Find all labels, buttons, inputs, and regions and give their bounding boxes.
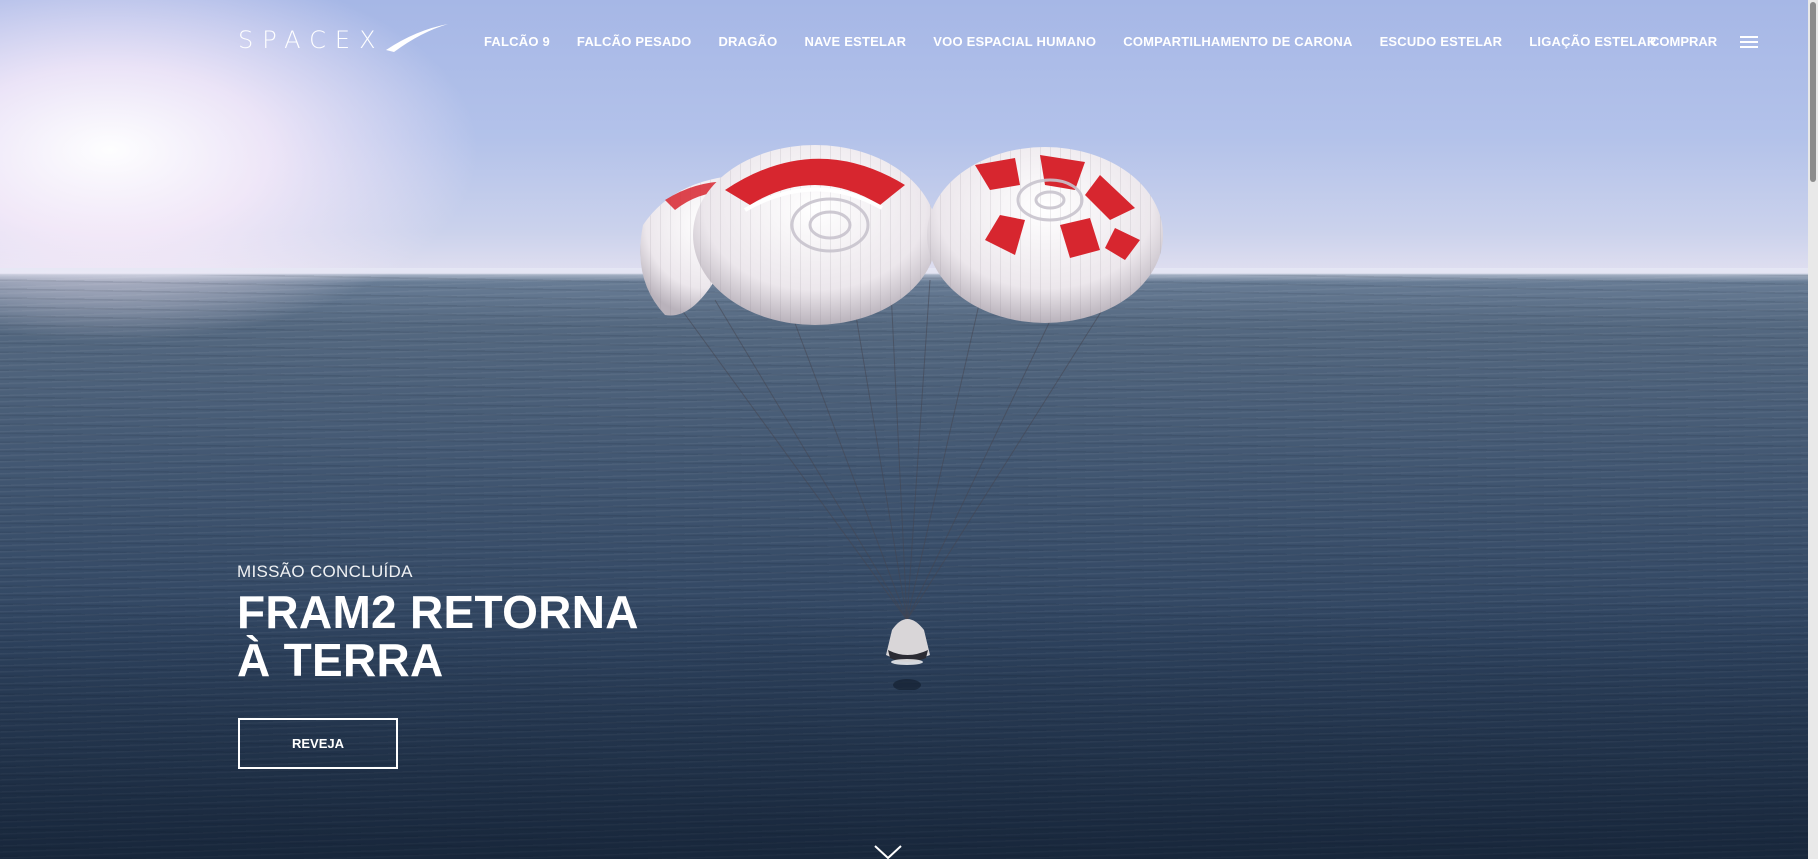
nav-item-rideshare[interactable]: COMPARTILHAMENTO DE CARONA (1123, 34, 1352, 49)
nav-item-human-spaceflight[interactable]: VOO ESPACIAL HUMANO (933, 34, 1096, 49)
parachute-canopy-center-left (693, 145, 937, 325)
dragon-capsule (886, 619, 930, 690)
rewatch-button[interactable]: REVEJA (238, 718, 398, 769)
hero-kicker: MISSÃO CONCLUÍDA (237, 562, 413, 581)
nav-item-starlink[interactable]: LIGAÇÃO ESTELAR (1529, 34, 1656, 49)
hero-title: FRAM2 RETORNA À TERRA (237, 586, 638, 686)
hamburger-menu-icon[interactable] (1740, 36, 1758, 48)
parachute-canopy-right (927, 147, 1163, 323)
page-scrollbar[interactable] (1808, 0, 1818, 859)
nav-item-falcon-heavy[interactable]: FALCÃO PESADO (577, 34, 692, 49)
spacex-logo[interactable]: SPACEX (236, 22, 448, 54)
page: SPACEX FALCÃO 9 FALCÃO PESADO DRAGÃO NAV… (0, 0, 1818, 859)
nav-item-dragon[interactable]: DRAGÃO (718, 34, 777, 49)
site-header: SPACEX FALCÃO 9 FALCÃO PESADO DRAGÃO NAV… (0, 0, 1808, 86)
menu-line (1740, 41, 1758, 43)
parachutes-and-capsule-illustration (640, 145, 1163, 690)
menu-line (1740, 36, 1758, 38)
hero-content: MISSÃO CONCLUÍDA FRAM2 RETORNA À TERRA (237, 562, 667, 684)
chevron-down-icon[interactable] (874, 845, 902, 859)
nav-item-starshield[interactable]: ESCUDO ESTELAR (1380, 34, 1503, 49)
menu-line (1740, 46, 1758, 48)
scrollbar-thumb[interactable] (1810, 2, 1816, 182)
logo-swoosh-icon (386, 24, 448, 52)
main-navigation: FALCÃO 9 FALCÃO PESADO DRAGÃO NAVE ESTEL… (484, 34, 1684, 49)
nav-item-falcon-9[interactable]: FALCÃO 9 (484, 34, 550, 49)
shop-link[interactable]: COMPRAR (1650, 34, 1717, 49)
nav-item-starship[interactable]: NAVE ESTELAR (804, 34, 906, 49)
